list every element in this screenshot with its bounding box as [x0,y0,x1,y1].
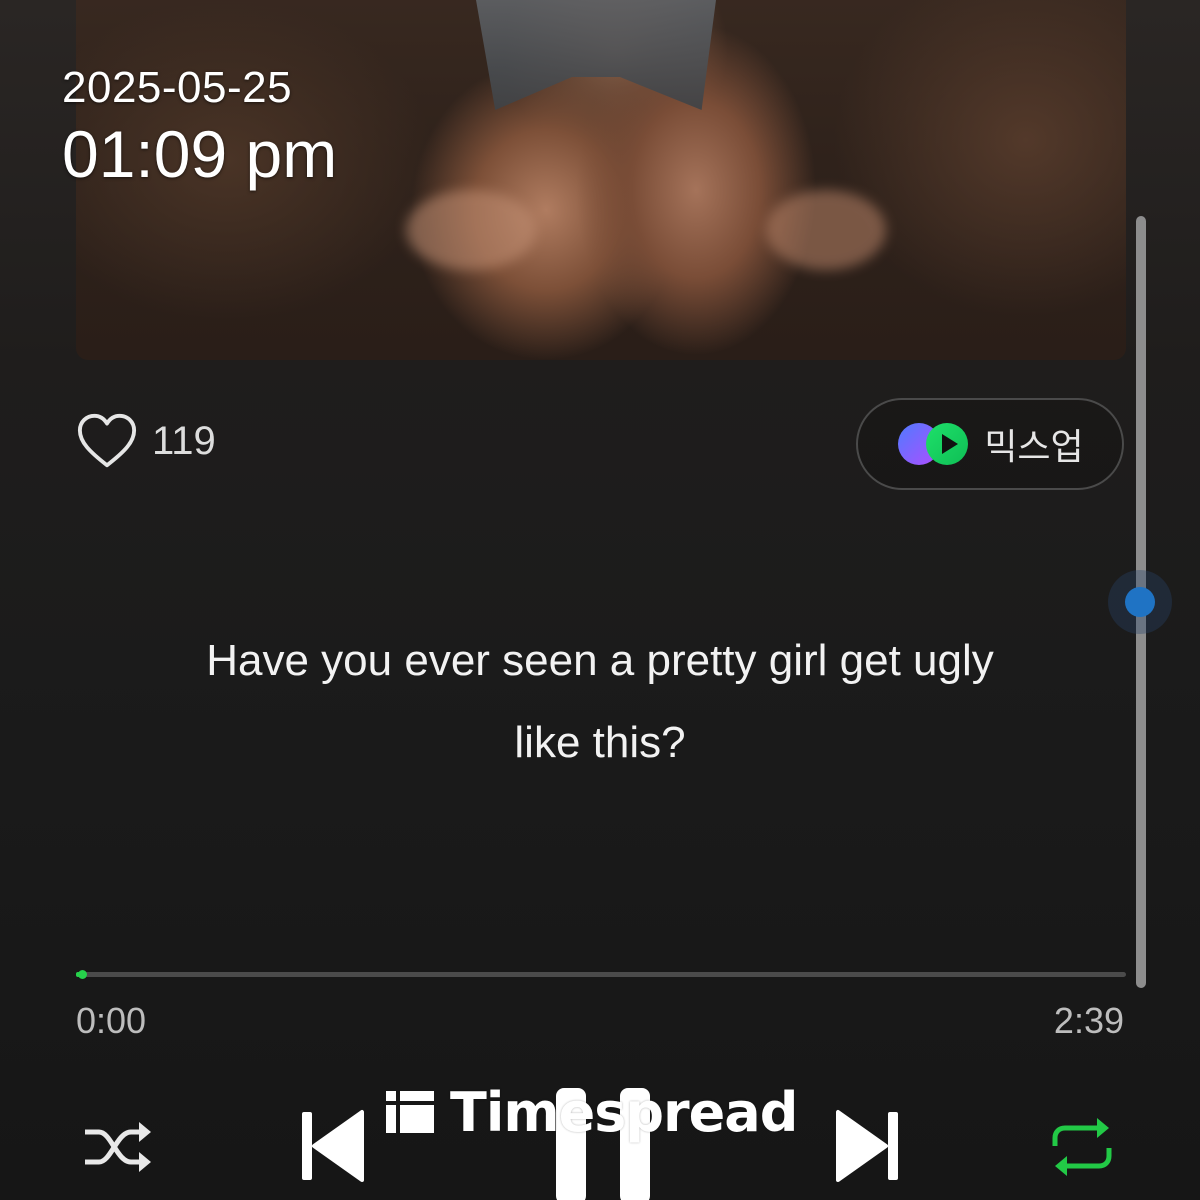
total-time: 2:39 [1053,1000,1124,1041]
album-art-detail [406,190,536,270]
previous-button[interactable] [296,1104,368,1188]
progress-bar[interactable] [76,970,1126,979]
watermark-logo-icon [386,1091,434,1133]
date-time-overlay: 2025-05-25 01:09 pm [62,62,337,194]
mixup-logo-icon [898,423,969,465]
elapsed-time: 0:00 [76,1000,147,1041]
like-button[interactable]: 119 [76,412,216,470]
repeat-icon [1052,1118,1112,1176]
lyric-line: Have you ever seen a pretty girl get ugl… [206,636,994,685]
mixup-button[interactable]: 믹스업 [856,398,1124,490]
repeat-button[interactable] [1044,1115,1120,1179]
mixup-label: 믹스업 [984,427,1084,468]
scrollbar-thumb[interactable] [1108,570,1172,634]
watermark: Timespread [384,1080,798,1144]
lyrics-panel[interactable]: Have you ever seen a pretty girl get ugl… [100,620,1100,784]
like-count: 119 [152,418,216,463]
album-art-detail [766,190,886,270]
album-art-detail [476,0,716,110]
skip-previous-icon [302,1110,364,1182]
heart-outline-icon [77,413,137,468]
player-screen: 2025-05-25 01:09 pm 119 믹스업 Have you eve… [0,0,1200,1200]
watermark-text: Timespread [450,1080,798,1144]
overlay-date: 2025-05-25 [62,63,293,112]
lyric-line: like this? [514,718,686,767]
shuffle-button[interactable] [78,1115,158,1179]
shuffle-icon [85,1122,151,1172]
overlay-time: 01:09 pm [62,117,338,191]
skip-next-icon [836,1110,898,1182]
progress-knob[interactable] [78,970,88,979]
next-button[interactable] [832,1104,904,1188]
